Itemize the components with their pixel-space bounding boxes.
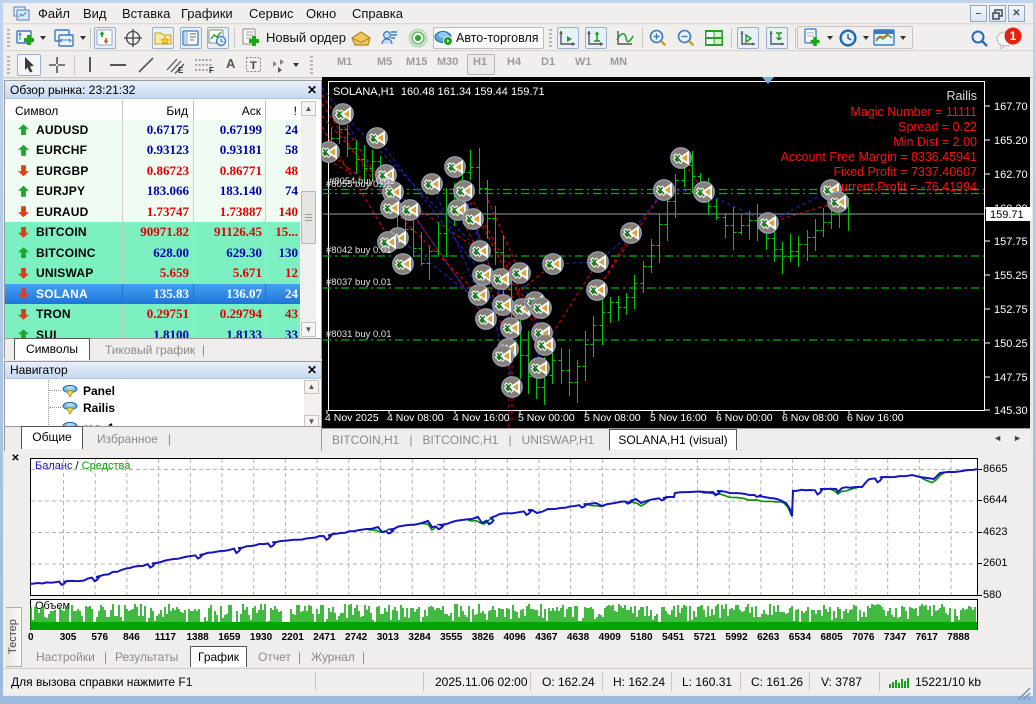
svg-text:F: F [209,66,214,74]
svg-text:T: T [250,60,257,72]
svg-text:1: 1 [1010,29,1017,43]
svg-text:E: E [178,66,184,74]
